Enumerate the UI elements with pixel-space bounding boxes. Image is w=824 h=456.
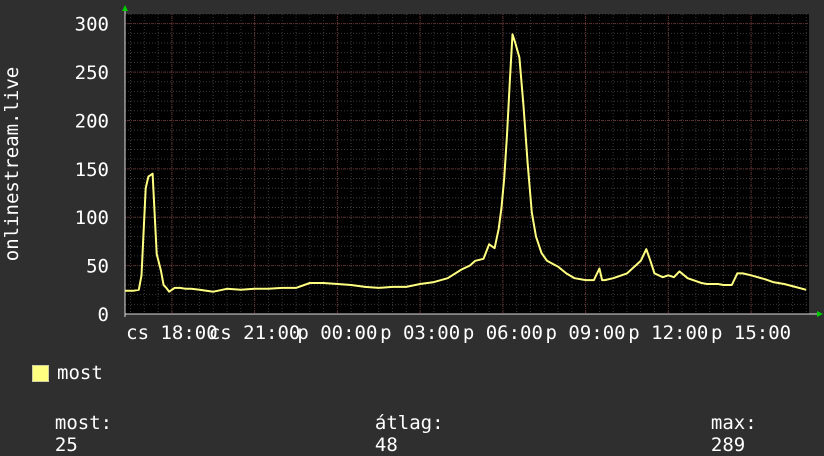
y-tick-label: 0 [98, 304, 109, 326]
x-axis-arrow [817, 311, 823, 317]
stat-average-label: átlag: [374, 412, 444, 434]
x-tick-label: p 12:00 [628, 322, 708, 344]
stat-max: max: 289 [688, 390, 757, 456]
stat-current-value: 25 [54, 434, 78, 456]
x-tick-label: p 03:00 [380, 322, 460, 344]
stat-max-label: max: [710, 412, 757, 434]
y-axis-arrow [122, 5, 128, 11]
legend-label: most [57, 362, 103, 384]
y-tick-label: 100 [75, 207, 109, 229]
stat-average: átlag: 48 [352, 390, 444, 456]
x-tick-label: cs 21:00 [209, 322, 301, 344]
y-tick-label: 300 [75, 14, 109, 36]
stat-current: most: 25 [32, 390, 112, 456]
stat-max-value: 289 [710, 434, 746, 456]
stat-current-label: most: [54, 412, 113, 434]
y-tick-label: 200 [75, 110, 109, 132]
legend-swatch [32, 364, 49, 382]
x-tick-label: p 00:00 [297, 322, 377, 344]
x-tick-label: p 15:00 [711, 322, 791, 344]
stat-average-value: 48 [374, 434, 398, 456]
y-tick-label: 250 [75, 62, 109, 84]
plot-area [125, 14, 809, 314]
x-tick-label: cs 18:00 [126, 322, 218, 344]
x-tick-label: p 06:00 [463, 322, 543, 344]
x-tick-label: p 09:00 [546, 322, 626, 344]
y-axis-title: onlinestream.live [1, 67, 23, 261]
y-tick-label: 150 [75, 159, 109, 181]
y-tick-label: 50 [86, 256, 109, 278]
legend: most [32, 362, 103, 384]
line-chart: 0 50 100 150 200 250 300 cs 18:00cs 21:00p 00:0… [1, 5, 823, 344]
